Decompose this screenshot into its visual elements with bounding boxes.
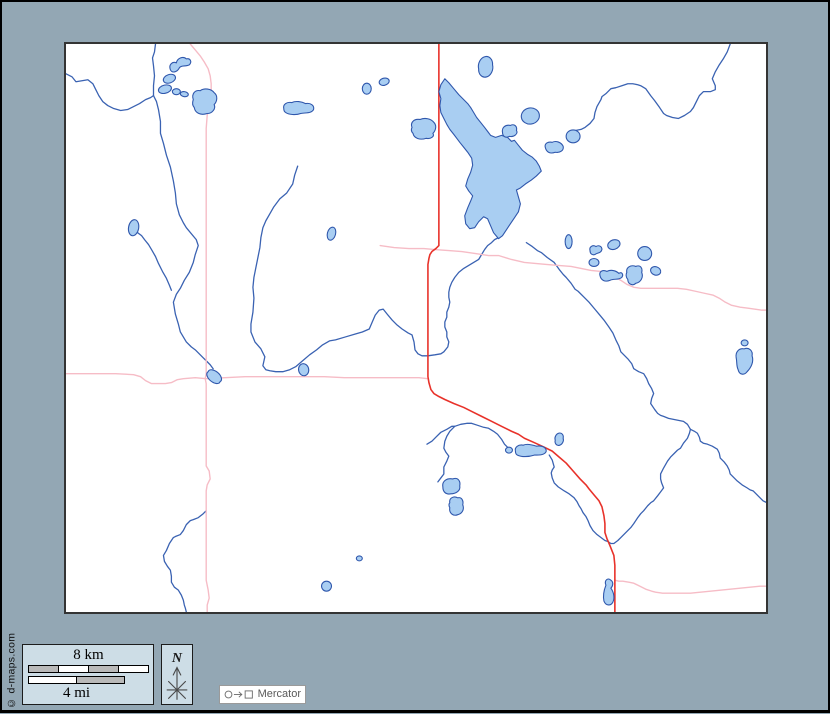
lake: [566, 130, 580, 143]
river: [251, 166, 499, 372]
river: [66, 74, 154, 111]
lake: [322, 581, 332, 591]
river: [526, 243, 766, 503]
square-icon: [245, 691, 252, 698]
lake: [505, 447, 512, 453]
lake: [299, 364, 309, 376]
scale-mi-label: 4 mi: [28, 685, 125, 702]
projection-icons: [224, 688, 255, 701]
map-canvas: [64, 42, 768, 614]
projection-label: Mercator: [258, 689, 301, 700]
secondary-road: [66, 374, 428, 384]
circle-icon: [225, 691, 232, 698]
lake: [741, 340, 748, 346]
river: [571, 44, 730, 131]
lake: [502, 125, 517, 137]
lake: [515, 444, 546, 456]
river: [549, 429, 690, 543]
river: [153, 44, 156, 96]
lake: [651, 267, 661, 276]
scale-segment: [29, 677, 77, 683]
lake: [172, 89, 180, 95]
lake: [356, 556, 362, 561]
lake: [589, 258, 599, 266]
scale-segment: [77, 677, 124, 683]
lake: [128, 220, 138, 236]
scale-bar-mi: [28, 676, 125, 684]
lake: [443, 478, 460, 494]
river: [154, 96, 214, 369]
lake: [379, 78, 389, 85]
lake: [449, 497, 463, 515]
arrow-right-icon: [234, 692, 242, 697]
lake: [521, 108, 539, 124]
river: [138, 233, 172, 291]
scale-segment: [59, 666, 89, 672]
river: [427, 426, 455, 482]
lake: [362, 83, 371, 94]
lake: [478, 57, 492, 78]
lake: [439, 79, 541, 239]
scale-bar-panel: 8 km 4 mi: [22, 644, 154, 705]
secondary-road: [190, 44, 211, 612]
lakes-layer: [128, 57, 752, 605]
scale-bar-km: [28, 665, 149, 673]
scale-segment: [119, 666, 148, 672]
lake: [626, 266, 642, 285]
lake: [638, 247, 652, 261]
lake: [158, 85, 171, 94]
lake: [193, 89, 217, 114]
map-svg: [66, 44, 766, 612]
north-arrow-icon: [167, 667, 187, 699]
lake: [545, 142, 563, 153]
lake: [163, 74, 175, 83]
lake: [604, 579, 614, 605]
scale-km-label: 8 km: [28, 647, 149, 664]
watermark: © d-maps.com: [3, 628, 20, 714]
lake: [327, 227, 336, 240]
north-label: N: [171, 650, 183, 666]
projection-box: Mercator: [219, 685, 306, 704]
lake: [555, 433, 563, 445]
compass-panel: N: [161, 644, 193, 705]
compass-rose: N: [162, 645, 192, 704]
lake: [590, 246, 602, 255]
secondary-road: [380, 246, 766, 311]
lake: [180, 92, 188, 97]
lake: [284, 102, 314, 115]
lake: [736, 348, 753, 374]
lake: [608, 240, 620, 250]
scale-segment: [29, 666, 59, 672]
scale-segment: [89, 666, 119, 672]
river: [163, 511, 206, 612]
lake: [207, 370, 222, 384]
lake: [411, 118, 435, 139]
lake: [565, 235, 572, 249]
d-maps-blank-map-page: { "page": { "background": "#93a7b4", "fr…: [0, 0, 830, 713]
secondary-road: [615, 580, 766, 593]
lake: [170, 57, 191, 71]
